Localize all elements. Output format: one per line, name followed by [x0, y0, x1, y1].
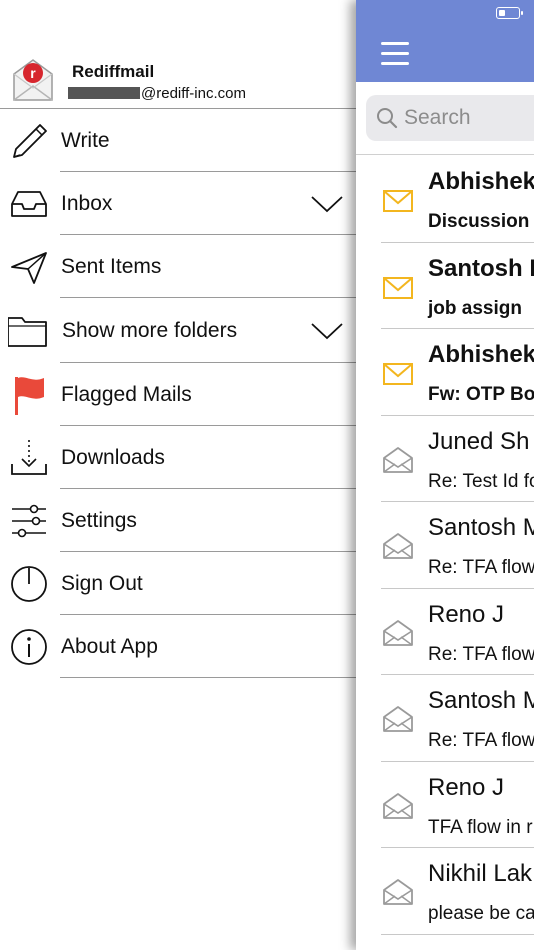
divider [60, 677, 356, 678]
message-sender: Santosh M [428, 687, 534, 714]
mail-list-panel[interactable]: Search Abhishek Discussion Santosh I job… [356, 0, 534, 950]
rediff-logo-icon: r [13, 59, 53, 101]
message-subject: please be ca [428, 903, 534, 924]
message-row[interactable]: Juned Sh Re: Test Id fo [356, 416, 534, 502]
menu-item-label: Settings [61, 508, 137, 532]
envelope-open-icon [383, 533, 413, 559]
sliders-icon [12, 504, 46, 538]
message-subject: Re: TFA flow [428, 730, 534, 751]
message-sender: Santosh M [428, 514, 534, 541]
envelope-icon [383, 363, 413, 385]
message-row[interactable]: Reno J Re: TFA flow [356, 589, 534, 675]
paper-plane-icon [11, 252, 47, 284]
message-row[interactable]: Santosh M Re: TFA flow [356, 502, 534, 589]
redacted-mask [68, 87, 140, 99]
message-subject: Re: Test Id fo [428, 470, 534, 492]
menu-item-inbox[interactable]: Inbox [0, 172, 356, 235]
search-bar: Search [356, 82, 534, 155]
pencil-icon [13, 124, 47, 158]
menu-item-write[interactable]: Write [0, 109, 356, 172]
chevron-down-icon[interactable] [310, 321, 344, 341]
message-sender: Reno J [428, 773, 505, 801]
menu-item-label: Flagged Mails [61, 382, 192, 406]
message-subject: TFA flow in r [428, 816, 533, 838]
search-input[interactable]: Search [366, 95, 534, 141]
menu-item-label: Write [61, 128, 110, 152]
menu-item-downloads[interactable]: Downloads [0, 426, 356, 489]
menu-item-label: About App [61, 634, 158, 658]
inbox-tray-icon [11, 191, 47, 217]
envelope-open-icon [383, 792, 413, 819]
message-row[interactable]: Nikhil Lak please be ca [356, 848, 534, 935]
message-list: Abhishek Discussion Santosh I job assign… [356, 156, 534, 935]
info-icon [11, 629, 47, 665]
download-icon [11, 440, 47, 475]
envelope-open-icon [383, 706, 413, 732]
battery-icon [496, 7, 523, 19]
message-subject: job assign [428, 297, 522, 319]
message-row[interactable]: Santosh I job assign [356, 243, 534, 329]
envelope-open-icon [383, 879, 413, 905]
account-header[interactable]: r Rediffmail @rediff-inc.com [0, 52, 356, 110]
menu-item-sent-items[interactable]: Sent Items [0, 235, 356, 298]
menu-item-label: Sent Items [61, 254, 162, 278]
drawer-menu: Write Inbox Sent Items Show more folders… [0, 109, 356, 678]
menu-item-flagged-mails[interactable]: Flagged Mails [0, 363, 356, 426]
message-subject: Re: TFA flow [428, 643, 534, 665]
navigation-bar [356, 0, 534, 82]
power-icon [11, 566, 47, 602]
account-email: @rediff-inc.com [68, 85, 246, 102]
message-sender: Juned Sh [428, 427, 530, 455]
divider [381, 933, 534, 935]
message-sender: Abhishek [428, 341, 534, 368]
menu-item-show-more-folders[interactable]: Show more folders [0, 298, 356, 363]
menu-item-label: Inbox [61, 191, 113, 215]
folder-icon [8, 317, 47, 347]
envelope-open-icon [383, 619, 413, 646]
message-row[interactable]: Reno J TFA flow in r [356, 762, 534, 848]
svg-text:r: r [30, 65, 36, 81]
menu-item-about-app[interactable]: About App [0, 615, 356, 678]
message-subject: Fw: OTP Bo [428, 384, 534, 405]
red-flag-icon [15, 377, 44, 415]
account-name: Rediffmail [72, 62, 155, 81]
menu-item-settings[interactable]: Settings [0, 489, 356, 552]
message-row[interactable]: Abhishek Discussion [356, 156, 534, 243]
envelope-icon [383, 276, 413, 299]
menu-item-label: Show more folders [62, 318, 238, 342]
envelope-icon [383, 190, 413, 212]
search-icon [377, 108, 398, 129]
message-sender: Santosh I [428, 254, 534, 282]
menu-item-label: Sign Out [61, 571, 143, 595]
message-sender: Abhishek [428, 168, 534, 195]
hamburger-menu-icon[interactable] [381, 42, 409, 66]
message-row[interactable]: Santosh M Re: TFA flow [356, 675, 534, 762]
menu-item-sign-out[interactable]: Sign Out [0, 552, 356, 615]
navigation-drawer: r Rediffmail @rediff-inc.com Write Inbox [0, 0, 356, 950]
search-placeholder: Search [404, 106, 471, 129]
envelope-open-icon [383, 446, 413, 473]
account-email-domain: @rediff-inc.com [141, 85, 246, 102]
message-subject: Discussion [428, 211, 530, 232]
message-subject: Re: TFA flow [428, 557, 534, 578]
message-sender: Reno J [428, 600, 505, 628]
chevron-down-icon[interactable] [310, 194, 344, 214]
message-sender: Nikhil Lak [428, 860, 533, 887]
menu-item-label: Downloads [61, 445, 165, 469]
message-row[interactable]: Abhishek Fw: OTP Bo [356, 329, 534, 416]
